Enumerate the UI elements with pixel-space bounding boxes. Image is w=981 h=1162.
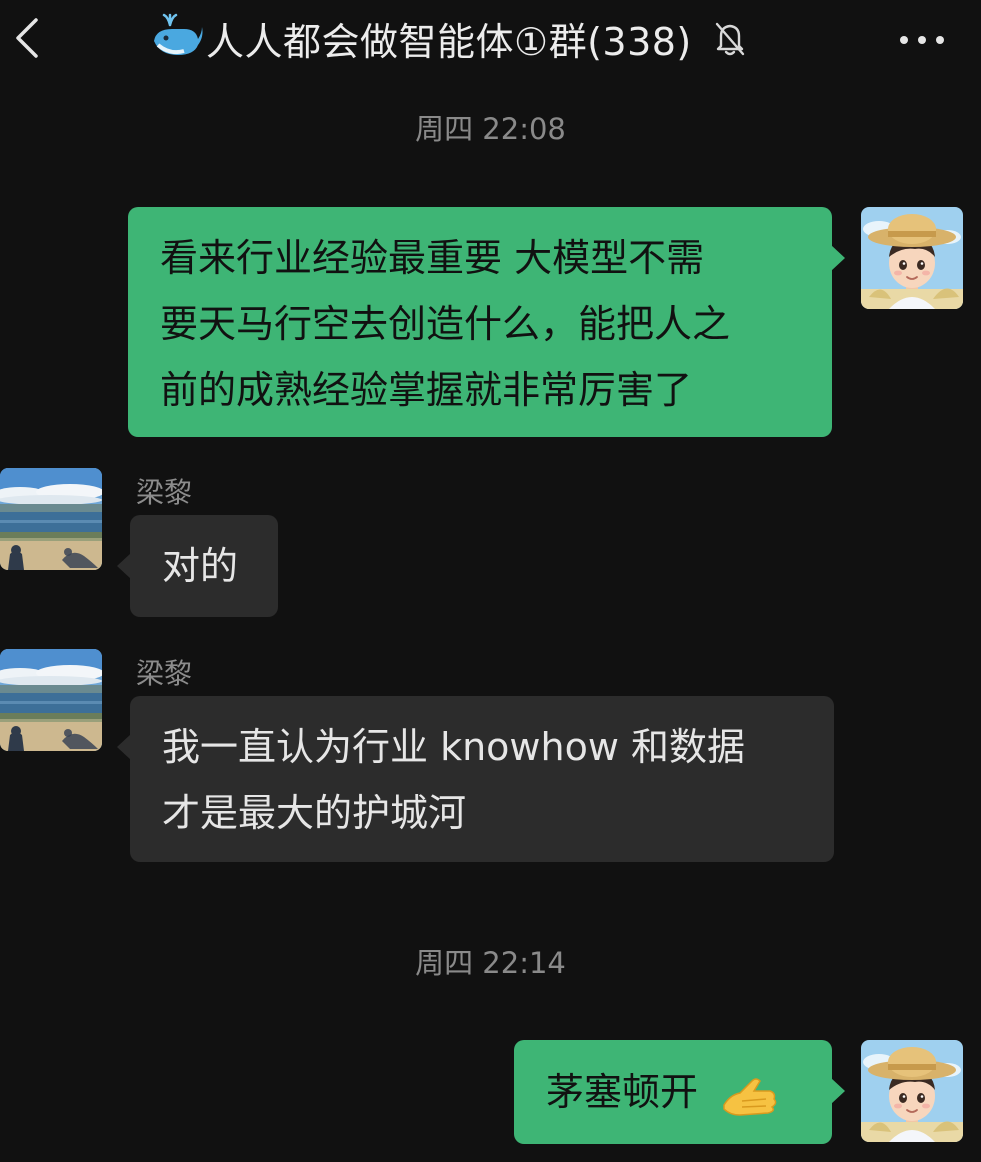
self-avatar[interactable] — [861, 207, 963, 309]
message-text-line: 才是最大的护城河 — [162, 791, 467, 835]
chat-header: 人人都会做智能体①群(338) — [0, 0, 981, 80]
sender-avatar[interactable] — [0, 649, 102, 751]
ellipsis-icon — [900, 36, 944, 44]
message-bubble-self[interactable]: 茅塞顿开 — [514, 1040, 845, 1144]
folded-hands-icon — [720, 1069, 780, 1121]
back-button[interactable] — [8, 12, 48, 64]
chevron-left-icon — [16, 18, 38, 58]
sender-name: 梁黎 — [136, 657, 193, 690]
message-text-line: 看来行业经验最重要 大模型不需 — [160, 236, 705, 280]
self-avatar[interactable] — [861, 1040, 963, 1142]
message-text-line: 前的成熟经验掌握就非常厉害了 — [160, 368, 693, 412]
whale-emoji-icon — [154, 13, 203, 55]
message-text-line: 茅塞顿开 — [546, 1059, 832, 1125]
sender-name: 梁黎 — [136, 476, 193, 509]
message-text: 茅塞顿开 — [546, 1070, 699, 1114]
message-bubble-other[interactable]: 对的 — [117, 515, 278, 617]
bell-slash-icon — [715, 22, 744, 56]
message-bubble-other[interactable]: 我一直认为行业 knowhow 和数据 才是最大的护城河 — [117, 696, 834, 862]
message-bubble-self[interactable]: 看来行业经验最重要 大模型不需 要天马行空去创造什么，能把人之 前的成熟经验掌握… — [128, 207, 845, 437]
chat-title: 人人都会做智能体①群(338) — [206, 19, 692, 64]
message-timestamp: 周四 22:14 — [415, 946, 566, 980]
chat-title-bar[interactable]: 人人都会做智能体①群(338) — [150, 8, 748, 68]
message-text-line: 要天马行空去创造什么，能把人之 — [160, 302, 731, 346]
sender-avatar[interactable] — [0, 468, 102, 570]
more-options-button[interactable] — [894, 20, 950, 60]
message-text-line: 我一直认为行业 knowhow 和数据 — [162, 725, 745, 769]
chat-window: 人人都会做智能体①群(338) 周四 22:08 看来行业经验最重要 大模型不需… — [0, 0, 981, 1162]
message-text-line: 对的 — [162, 544, 239, 588]
message-timestamp: 周四 22:08 — [415, 112, 566, 146]
